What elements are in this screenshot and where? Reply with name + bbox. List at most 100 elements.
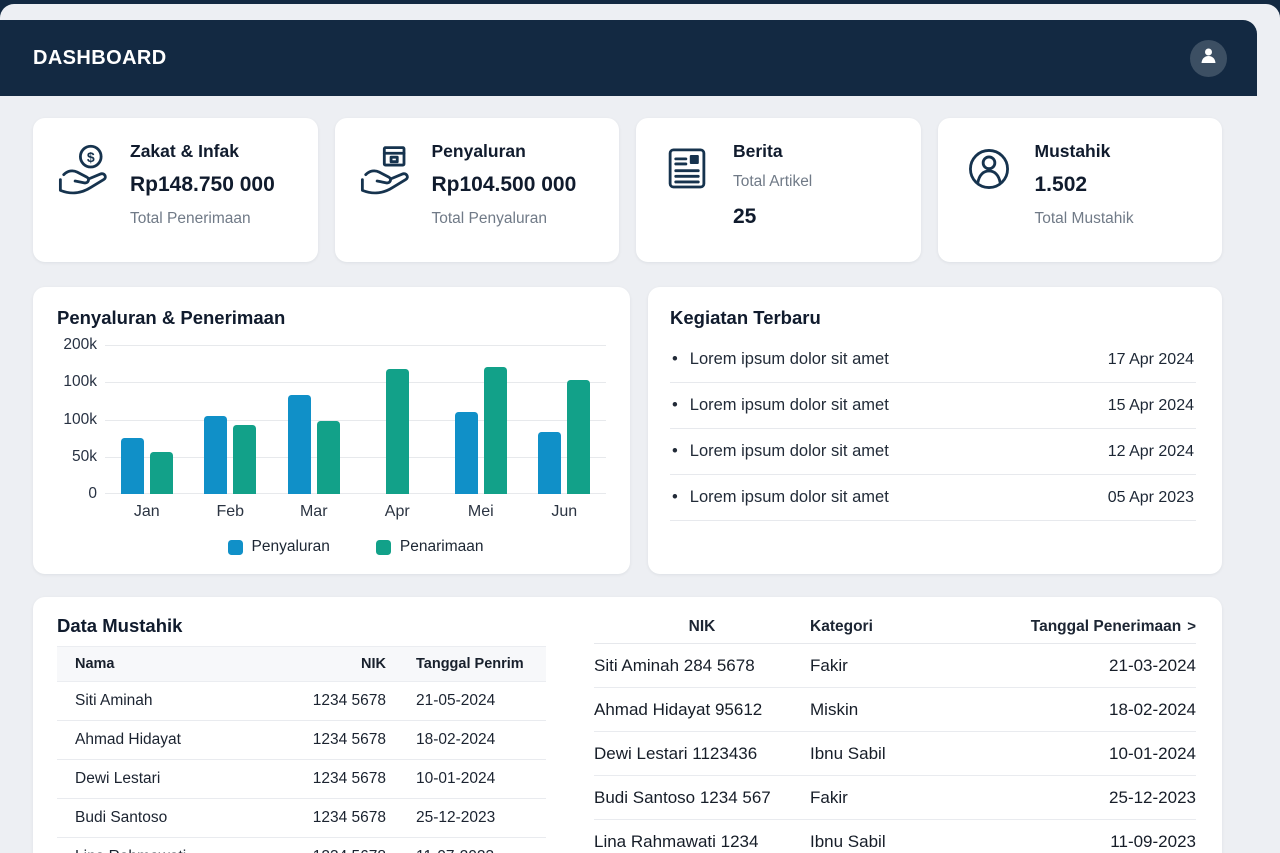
bar-group-mar — [272, 345, 356, 494]
stat-card-mustahik: Mustahik 1.502 Total Mustahik — [938, 118, 1223, 262]
cell-tanggal-penerimaan: 11-09-2023 — [1000, 832, 1196, 852]
cell-nama: Siti Aminah — [57, 692, 286, 710]
cell-nama: Ahmad Hidayat — [57, 731, 286, 749]
bar-group-jun — [523, 345, 607, 494]
chart-panel: Penyaluran & Penerimaan 200k100k100k50k0… — [33, 287, 630, 574]
column-header-tanggal: Tanggal Penrim — [386, 656, 546, 672]
activity-row: •Lorem ipsum dolor sit amet15 Apr 2024 — [670, 383, 1196, 429]
cell-nama-nik: Lina Rahmawati 1234 — [594, 832, 810, 852]
bar-penyaluran-jan — [121, 438, 144, 494]
cell-kategori: Fakir — [810, 788, 1000, 808]
main-content: $ Zakat & Infak Rp148.750 000 Total Pene… — [0, 96, 1280, 853]
activity-row: • Lorem ipsum dolor sit amet 17 Apr 2024 — [670, 337, 1196, 383]
column-header-tanggal-penerimaan-sort[interactable]: Tanggal Penerimaan> — [1000, 618, 1196, 636]
column-header-kategori: Kategori — [810, 618, 1000, 636]
bar-penarimaan-apr — [386, 369, 409, 494]
card-subtitle: Total Mustahik — [1035, 209, 1134, 229]
x-axis-label: Mar — [272, 503, 356, 521]
cell-tanggal-penerimaan: 25-12-2023 — [1000, 788, 1196, 808]
y-axis-tick-label: 100k — [55, 411, 97, 429]
mustahik-left-column: Data Mustahik Nama NIK Tanggal Penrim Si… — [57, 611, 546, 853]
stat-card-berita: Berita Total Artikel 25 — [636, 118, 921, 262]
bar-penyaluran-feb — [204, 416, 227, 494]
legend-item-penarimaan: Penarimaan — [376, 538, 484, 556]
card-value: Rp148.750 000 — [130, 172, 275, 197]
bar-penarimaan-jun — [567, 380, 590, 494]
activity-text: Lorem ipsum dolor sit amet — [690, 488, 889, 507]
card-subtitle: Total Penerimaan — [130, 209, 275, 229]
bar-penyaluran-jun — [538, 432, 561, 494]
cell-nama-nik: Budi Santoso 1234 567 — [594, 788, 810, 808]
stat-card-penyaluran: Penyaluran Rp104.500 000 Total Penyalura… — [335, 118, 620, 262]
cell-nama: Dewi Lestari — [57, 770, 286, 788]
chart-title: Penyaluran & Penerimaan — [57, 307, 606, 329]
table-row: Budi Santoso 1234 567Fakir25-12-2023 — [594, 776, 1196, 820]
user-icon — [1198, 45, 1219, 71]
cell-tanggal-penerimaan: 10-01-2024 — [1000, 744, 1196, 764]
cell-tanggal: 25-12-2023 — [386, 809, 546, 827]
user-avatar-button[interactable] — [1190, 40, 1227, 77]
table-row: Dewi Lestari 1123436Ibnu Sabil10-01-2024 — [594, 732, 1196, 776]
table-row: Siti Aminah1234 567821-05-2024 — [57, 682, 546, 721]
mustahik-table: Nama NIK Tanggal Penrim Siti Aminah1234 … — [57, 646, 546, 853]
x-axis-label: Jan — [105, 503, 189, 521]
middle-row: Penyaluran & Penerimaan 200k100k100k50k0… — [33, 287, 1222, 574]
bar-group-jan — [105, 345, 189, 494]
cell-nik: 1234 5678 — [286, 770, 386, 788]
table-row: Lina Rahmawati 1234Ibnu Sabil11-09-2023 — [594, 820, 1196, 853]
activity-date: 17 Apr 2024 — [1108, 351, 1194, 369]
column-header-nik: NIK — [286, 656, 386, 672]
activity-list: •Lorem ipsum dolor sit amet17 Apr 2024•L… — [670, 337, 1196, 521]
legend-label: Penarimaan — [400, 538, 484, 556]
table-row: Ahmad Hidayat1234 567818-02-2024 — [57, 721, 546, 760]
bar-group-feb — [189, 345, 273, 494]
activity-date: 12 Apr 2024 — [1108, 443, 1194, 461]
bar-penarimaan-mei — [484, 367, 507, 494]
chevron-right-icon: > — [1187, 618, 1196, 635]
bullet-icon: • — [672, 488, 678, 507]
table-row: Lina Rahmawati1234 567811-07-2023 — [57, 838, 546, 853]
cell-tanggal: 21-05-2024 — [386, 692, 546, 710]
y-axis-tick-label: 100k — [55, 373, 97, 391]
penerimaan-table: NIK Kategori Tanggal Penerimaan> Siti Am… — [594, 611, 1196, 853]
cell-tanggal: 10-01-2024 — [386, 770, 546, 788]
cell-kategori: Fakir — [810, 656, 1000, 676]
bar-penyaluran-mar — [288, 395, 311, 494]
app-header: DASHBOARD — [0, 20, 1257, 96]
card-value: Rp104.500 000 — [432, 172, 577, 197]
cell-nik: 1234 5678 — [286, 731, 386, 749]
bullet-icon: • — [672, 350, 678, 369]
table-row: Ahmad Hidayat 95612Miskin18-02-2024 — [594, 688, 1196, 732]
y-axis-tick-label: 200k — [55, 336, 97, 354]
x-axis-label: Mei — [439, 503, 523, 521]
bar-penarimaan-feb — [233, 425, 256, 494]
bar-penarimaan-mar — [317, 421, 340, 494]
bullet-icon: • — [672, 396, 678, 415]
cell-nama-nik: Dewi Lestari 1123436 — [594, 744, 810, 764]
card-title: Mustahik — [1035, 140, 1134, 162]
table-row: Dewi Lestari1234 567810-01-2024 — [57, 760, 546, 799]
x-axis-label: Jun — [523, 503, 607, 521]
cell-tanggal: 18-02-2024 — [386, 731, 546, 749]
cell-nama: Lina Rahmawati — [57, 848, 286, 853]
cell-kategori: Ibnu Sabil — [810, 832, 1000, 852]
legend-label: Penyaluran — [252, 538, 330, 556]
cell-nik: 1234 5678 — [286, 692, 386, 710]
card-value: 25 — [733, 204, 812, 229]
activity-text: Lorem ipsum dolor sit amet — [690, 350, 889, 369]
cell-kategori: Ibnu Sabil — [810, 744, 1000, 764]
bar-groups — [105, 345, 606, 494]
activity-row: •Lorem ipsum dolor sit amet05 Apr 2023 — [670, 475, 1196, 521]
activity-panel: Kegiatan Terbaru •Lorem ipsum dolor sit … — [648, 287, 1222, 574]
card-title: Penyaluran — [432, 140, 577, 162]
y-axis-tick-label: 0 — [55, 485, 97, 503]
card-title: Zakat & Infak — [130, 140, 275, 162]
cell-kategori: Miskin — [810, 700, 1000, 720]
table-header-row: Nama NIK Tanggal Penrim — [57, 646, 546, 682]
cell-nama-nik: Ahmad Hidayat 95612 — [594, 700, 810, 720]
activity-title: Kegiatan Terbaru — [670, 307, 1196, 329]
column-header-nik: NIK — [594, 618, 810, 636]
cell-tanggal-penerimaan: 18-02-2024 — [1000, 700, 1196, 720]
card-value: 1.502 — [1035, 172, 1134, 197]
hand-coin-icon: $ — [57, 140, 111, 229]
